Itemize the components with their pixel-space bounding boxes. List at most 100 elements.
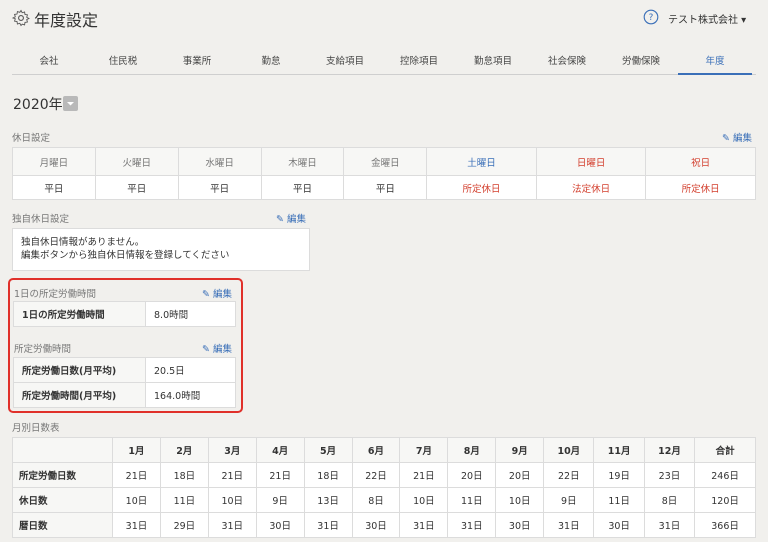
table-row: 暦日数 31日 29日 31日 30日 31日 30日 31日 31日 30日 …	[12, 512, 756, 538]
info-line: 独自休日情報がありません。	[21, 237, 145, 248]
table-cell: 10日	[207, 487, 257, 513]
table-cell: 31日	[303, 512, 353, 538]
weekday-header: 月曜日	[12, 147, 96, 176]
table-cell: 21日	[255, 462, 305, 488]
holiday-settings-label: 休日設定	[12, 133, 51, 144]
table-cell: 21日	[399, 462, 449, 488]
table-row: 所定労働日数 21日 18日 21日 21日 18日 22日 21日 20日 2…	[12, 462, 756, 488]
monthly-days-label: 月別日数表	[12, 423, 60, 434]
top-bar: 年度設定 ? テスト株式会社 ▾	[0, 0, 768, 36]
day-type-cell: 平日	[177, 175, 262, 200]
table-cell: 30日	[255, 512, 305, 538]
tab-attendance[interactable]: 勤怠	[234, 53, 308, 75]
weekday-header: 日曜日	[535, 147, 647, 176]
table-cell: 19日	[593, 462, 645, 488]
table-cell: 18日	[303, 462, 353, 488]
table-cell: 9日	[255, 487, 305, 513]
table-cell: 8日	[351, 487, 401, 513]
column-header: 3月	[207, 437, 257, 463]
table-cell: 10日	[112, 487, 161, 513]
table-cell: 11日	[593, 487, 645, 513]
table-cell: 21日	[207, 462, 257, 488]
page-title: 年度設定	[34, 11, 99, 30]
tab-labor-insurance[interactable]: 労働保険	[604, 53, 678, 75]
highlight-box	[8, 278, 243, 413]
table-cell: 29日	[159, 512, 209, 538]
table-cell: 22日	[543, 462, 595, 488]
column-header: 9月	[495, 437, 545, 463]
table-cell: 246日	[694, 462, 756, 488]
table-cell: 31日	[543, 512, 595, 538]
table-row: 休日数 10日 11日 10日 9日 13日 8日 10日 11日 10日 9日…	[12, 487, 756, 513]
column-header: 7月	[399, 437, 449, 463]
table-cell: 21日	[112, 462, 161, 488]
weekday-header: 土曜日	[426, 147, 537, 176]
year-dropdown-button[interactable]	[63, 96, 78, 111]
weekday-header: 金曜日	[343, 147, 428, 176]
table-cell: 8日	[643, 487, 696, 513]
column-header: 4月	[255, 437, 305, 463]
column-header: 5月	[303, 437, 353, 463]
tab-company[interactable]: 会社	[12, 53, 86, 75]
pencil-icon: ✎	[722, 133, 730, 144]
tab-payment-items[interactable]: 支給項目	[308, 53, 382, 75]
column-header: 1月	[112, 437, 161, 463]
holiday-header-row: 月曜日 火曜日 水曜日 木曜日 金曜日 土曜日 日曜日 祝日	[12, 147, 756, 176]
holiday-value-row: 平日 平日 平日 平日 平日 所定休日 法定休日 所定休日	[12, 175, 756, 200]
day-type-cell: 平日	[94, 175, 179, 200]
edit-label: 編集	[287, 214, 307, 225]
table-cell: 31日	[207, 512, 257, 538]
pencil-icon: ✎	[276, 214, 284, 225]
holiday-table: 月曜日 火曜日 水曜日 木曜日 金曜日 土曜日 日曜日 祝日 平日 平日 平日 …	[12, 147, 756, 200]
table-cell: 9日	[543, 487, 595, 513]
table-cell: 31日	[112, 512, 161, 538]
chevron-down-icon	[67, 102, 74, 106]
column-header	[12, 437, 113, 463]
company-selector[interactable]: テスト株式会社 ▾	[668, 11, 746, 26]
edit-label: 編集	[733, 133, 753, 144]
table-cell: 366日	[694, 512, 756, 538]
tab-resident-tax[interactable]: 住民税	[86, 53, 160, 75]
tab-office[interactable]: 事業所	[160, 53, 234, 75]
holiday-edit-button[interactable]: ✎ 編集	[722, 130, 752, 144]
column-header: 合計	[694, 437, 756, 463]
day-type-cell: 所定休日	[426, 175, 537, 200]
table-cell: 18日	[159, 462, 209, 488]
monthly-header-row: 1月 2月 3月 4月 5月 6月 7月 8月 9月 10月 11月 12月 合…	[12, 437, 756, 463]
table-cell: 30日	[593, 512, 645, 538]
table-cell: 23日	[643, 462, 696, 488]
column-header: 11月	[593, 437, 645, 463]
column-header: 12月	[643, 437, 696, 463]
info-line: 編集ボタンから独自休日情報を登録してください	[21, 250, 230, 261]
settings-tabs: 会社 住民税 事業所 勤怠 支給項目 控除項目 勤怠項目 社会保険 労働保険 年…	[12, 53, 756, 75]
column-header: 10月	[543, 437, 595, 463]
table-cell: 10日	[495, 487, 545, 513]
column-header: 2月	[159, 437, 209, 463]
table-cell: 20日	[495, 462, 545, 488]
table-cell: 30日	[495, 512, 545, 538]
table-cell: 31日	[643, 512, 696, 538]
table-cell: 13日	[303, 487, 353, 513]
table-cell: 11日	[447, 487, 497, 513]
table-cell: 20日	[447, 462, 497, 488]
svg-text:?: ?	[649, 13, 654, 23]
weekday-header: 祝日	[645, 147, 756, 176]
table-cell: 10日	[399, 487, 449, 513]
table-cell: 30日	[351, 512, 401, 538]
tab-fiscal-year[interactable]: 年度	[678, 53, 752, 75]
row-header: 休日数	[12, 487, 113, 513]
tab-social-insurance[interactable]: 社会保険	[530, 53, 604, 75]
custom-holiday-label: 独自休日設定	[12, 214, 70, 225]
custom-holiday-edit-button[interactable]: ✎ 編集	[276, 211, 306, 225]
row-header: 所定労働日数	[12, 462, 113, 488]
day-type-cell: 平日	[343, 175, 428, 200]
tab-attendance-items[interactable]: 勤怠項目	[456, 53, 530, 75]
help-icon[interactable]: ?	[643, 9, 659, 25]
day-type-cell: 法定休日	[535, 175, 647, 200]
weekday-header: 水曜日	[177, 147, 262, 176]
day-type-cell: 平日	[12, 175, 96, 200]
table-cell: 31日	[447, 512, 497, 538]
tab-deduction-items[interactable]: 控除項目	[382, 53, 456, 75]
column-header: 8月	[447, 437, 497, 463]
weekday-header: 火曜日	[94, 147, 179, 176]
